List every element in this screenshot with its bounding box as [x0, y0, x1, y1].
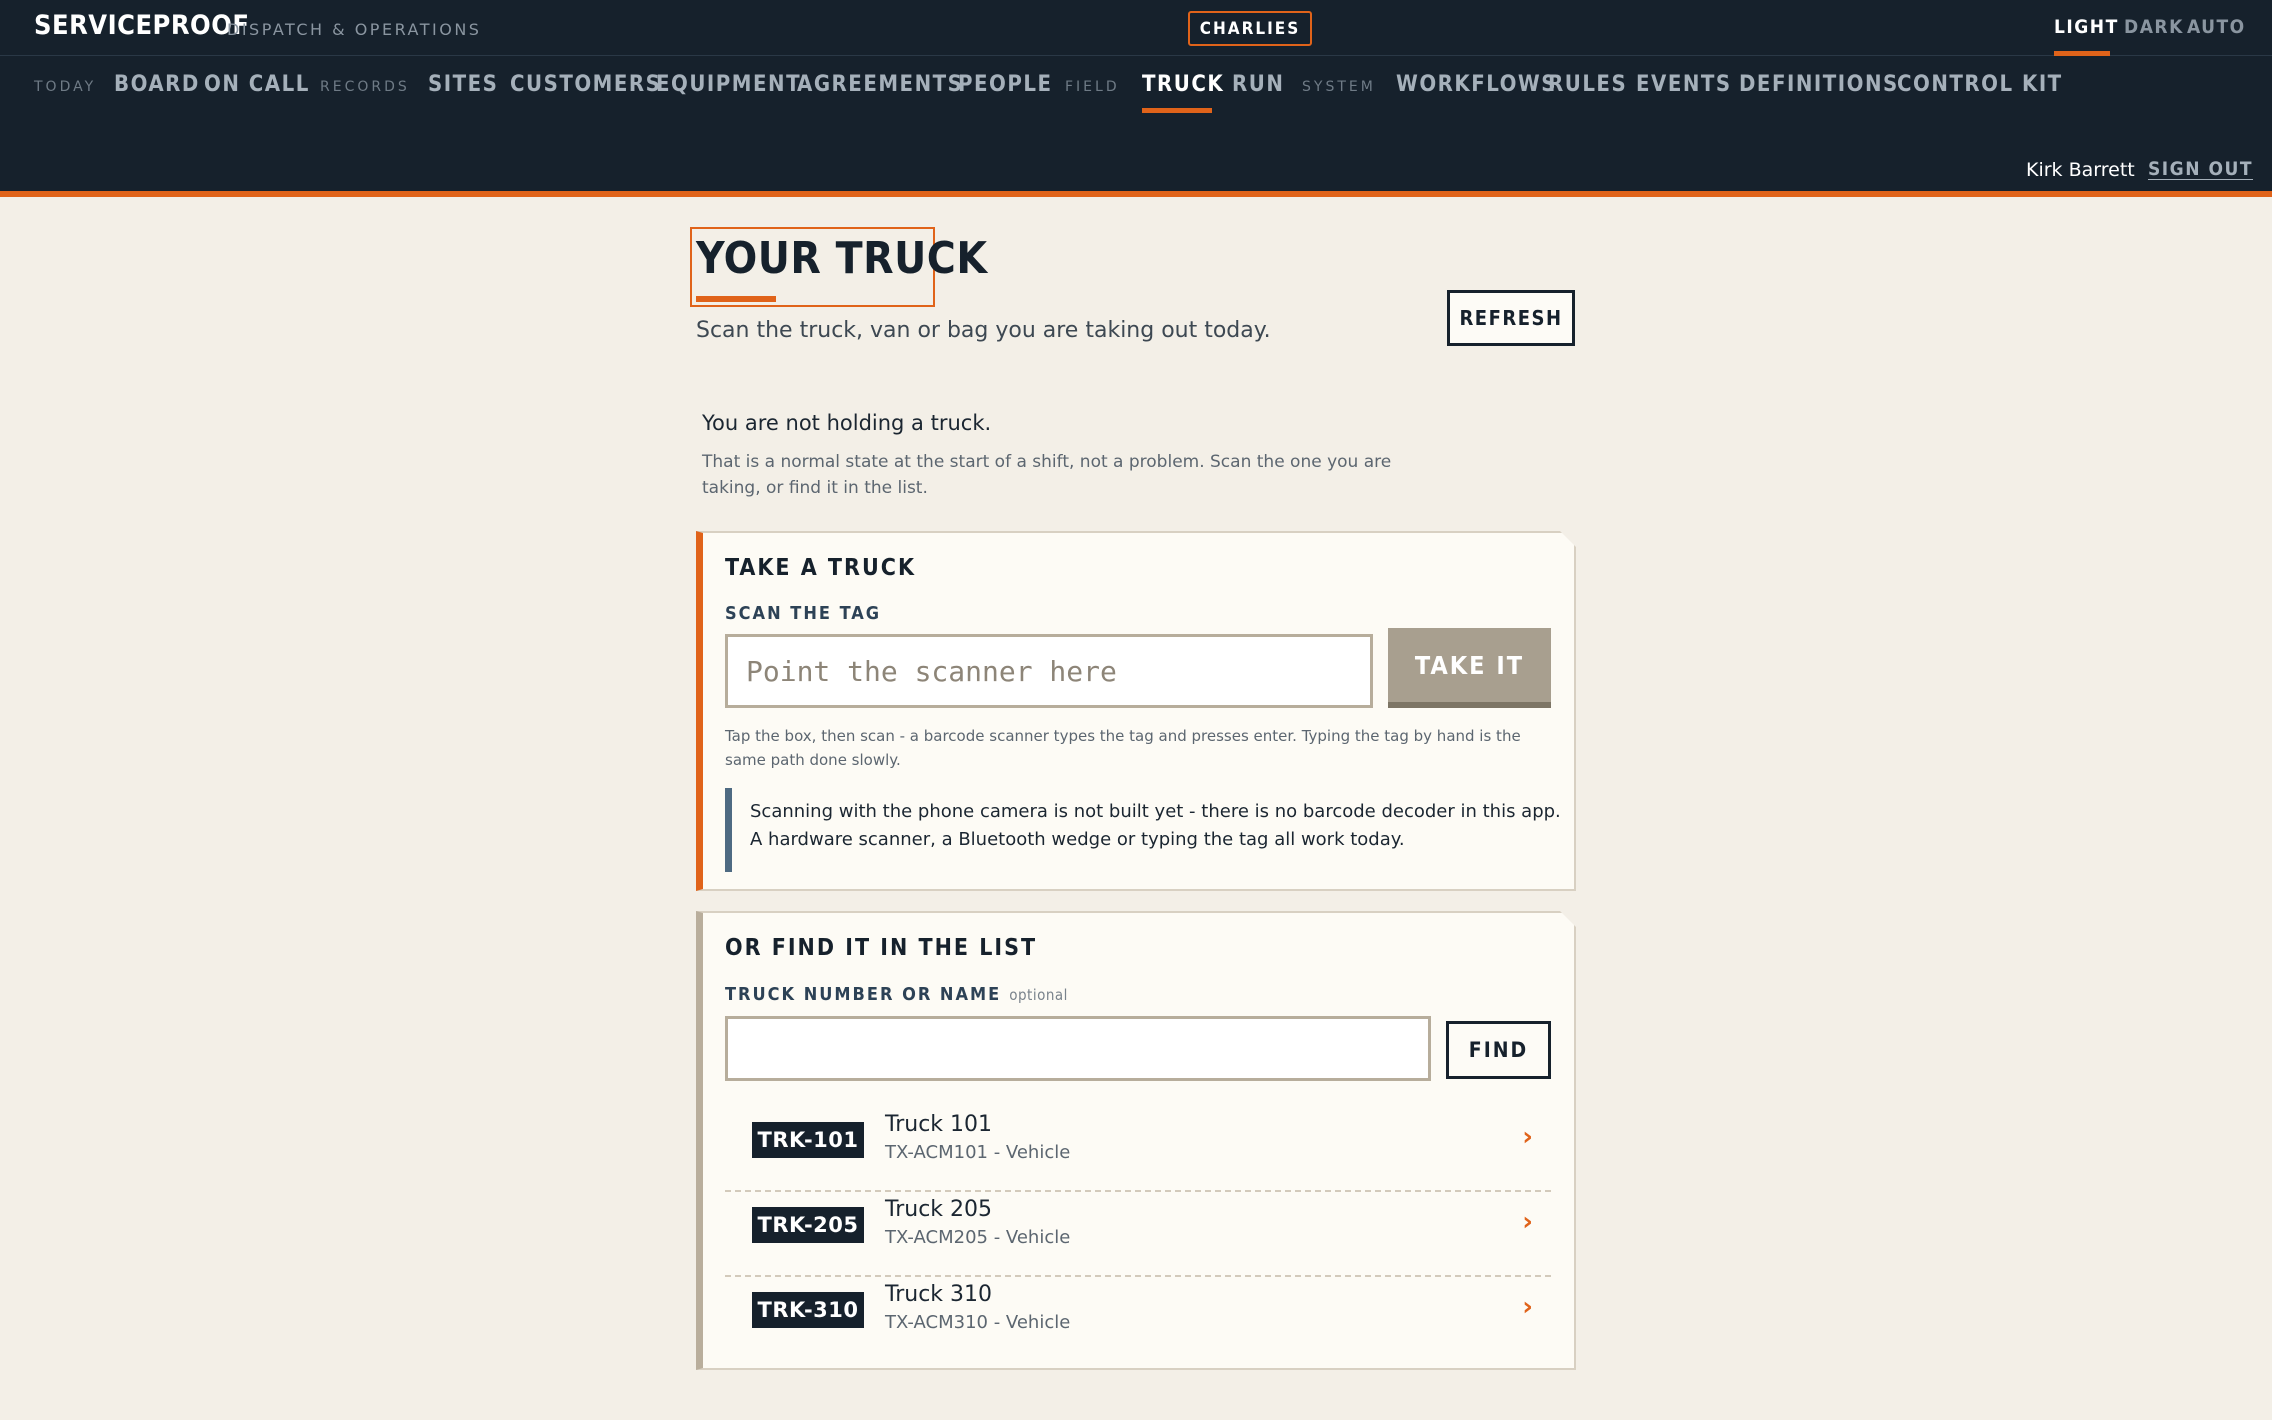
- nav-item-on-call[interactable]: ON CALL: [204, 72, 310, 97]
- nav-item-people[interactable]: PEOPLE: [958, 72, 1053, 97]
- nav-item-rules[interactable]: RULES: [1548, 72, 1627, 97]
- nav-item-workflows[interactable]: WORKFLOWS: [1396, 72, 1557, 97]
- find-button[interactable]: FIND: [1446, 1021, 1551, 1079]
- card-corner-cut: [1560, 531, 1576, 547]
- truck-state-note: That is a normal state at the start of a…: [702, 452, 1392, 498]
- truck-list-item[interactable]: TRK-310 Truck 310 TX-ACM310 - Vehicle ›: [725, 1278, 1551, 1362]
- top-bar: SERVICEPROOF DISPATCH & OPERATIONS CHARL…: [0, 0, 2272, 197]
- truck-list-item[interactable]: TRK-205 Truck 205 TX-ACM205 - Vehicle ›: [725, 1193, 1551, 1277]
- nav-group-today: TODAY: [34, 79, 97, 95]
- scan-tag-label: SCAN THE TAG: [725, 603, 882, 624]
- truck-list-item[interactable]: TRK-101 Truck 101 TX-ACM101 - Vehicle ›: [725, 1108, 1551, 1192]
- truck-meta: TX-ACM205 - Vehicle: [885, 1227, 1071, 1248]
- truck-state: You are not holding a truck.: [702, 411, 992, 435]
- camera-notice: Scanning with the phone camera is not bu…: [725, 788, 1561, 872]
- truck-search-label: TRUCK NUMBER OR NAME optional: [725, 984, 1068, 1005]
- truck-name: Truck 101: [885, 1112, 993, 1137]
- nav-item-customers[interactable]: CUSTOMERS: [510, 72, 661, 97]
- theme-active-indicator: [2054, 51, 2110, 56]
- nav-item-control-kit[interactable]: CONTROL KIT: [1897, 72, 2063, 97]
- scan-hint: Tap the box, then scan - a barcode scann…: [725, 727, 1521, 769]
- nav-item-sites[interactable]: SITES: [428, 72, 498, 97]
- page-title: YOUR TRUCK: [696, 233, 988, 284]
- nav-item-events[interactable]: EVENTS: [1636, 72, 1732, 97]
- title-underline: [696, 296, 776, 302]
- find-truck-card: OR FIND IT IN THE LIST TRUCK NUMBER OR N…: [696, 911, 1576, 1370]
- truck-tag-badge: TRK-205: [752, 1207, 864, 1243]
- camera-notice-text: Scanning with the phone camera is not bu…: [750, 801, 1561, 850]
- take-truck-card: TAKE A TRUCK SCAN THE TAG TAKE IT Tap th…: [696, 531, 1576, 891]
- truck-tag-badge: TRK-310: [752, 1292, 864, 1328]
- page-subtitle: Scan the truck, van or bag you are takin…: [696, 318, 1271, 343]
- take-truck-title: TAKE A TRUCK: [725, 555, 917, 581]
- tenant-badge[interactable]: CHARLIES: [1188, 11, 1312, 46]
- sign-out-link[interactable]: SIGN OUT: [2148, 158, 2253, 180]
- truck-name: Truck 310: [885, 1282, 993, 1307]
- brand-logo[interactable]: SERVICEPROOF: [34, 10, 249, 41]
- nav-item-definitions[interactable]: DEFINITIONS: [1739, 72, 1899, 97]
- nav-active-indicator: [1142, 108, 1212, 113]
- refresh-button[interactable]: REFRESH: [1447, 290, 1575, 346]
- optional-marker: optional: [1009, 986, 1068, 1004]
- truck-search-label-text: TRUCK NUMBER OR NAME: [725, 984, 1002, 1005]
- chevron-right-icon: ›: [1522, 1207, 1533, 1237]
- brand-tagline: DISPATCH & OPERATIONS: [227, 20, 482, 39]
- scan-tag-input[interactable]: [725, 634, 1373, 708]
- nav-item-agreements[interactable]: AGREEMENTS: [797, 72, 963, 97]
- chevron-right-icon: ›: [1522, 1292, 1533, 1322]
- chevron-right-icon: ›: [1522, 1122, 1533, 1152]
- nav-item-equipment[interactable]: EQUIPMENT: [656, 72, 801, 97]
- find-truck-title: OR FIND IT IN THE LIST: [725, 935, 1038, 961]
- truck-meta: TX-ACM101 - Vehicle: [885, 1142, 1071, 1163]
- user-name: Kirk Barrett: [2026, 159, 2135, 181]
- truck-search-input[interactable]: [725, 1016, 1431, 1081]
- nav-item-run[interactable]: RUN: [1232, 72, 1284, 97]
- theme-dark[interactable]: DARK: [2124, 16, 2184, 38]
- truck-name: Truck 205: [885, 1197, 993, 1222]
- theme-auto[interactable]: AUTO: [2187, 16, 2246, 38]
- truck-meta: TX-ACM310 - Vehicle: [885, 1312, 1071, 1333]
- nav-group-records: RECORDS: [320, 79, 410, 95]
- nav-group-field: FIELD: [1065, 79, 1120, 95]
- theme-light[interactable]: LIGHT: [2054, 16, 2119, 38]
- nav-item-truck[interactable]: TRUCK: [1142, 72, 1224, 97]
- nav-group-system: SYSTEM: [1302, 79, 1376, 95]
- nav-item-board[interactable]: BOARD: [114, 72, 200, 97]
- truck-tag-badge: TRK-101: [752, 1122, 864, 1158]
- brand-row: SERVICEPROOF DISPATCH & OPERATIONS CHARL…: [0, 0, 2272, 56]
- take-it-button[interactable]: TAKE IT: [1388, 628, 1551, 708]
- card-corner-cut: [1560, 911, 1576, 927]
